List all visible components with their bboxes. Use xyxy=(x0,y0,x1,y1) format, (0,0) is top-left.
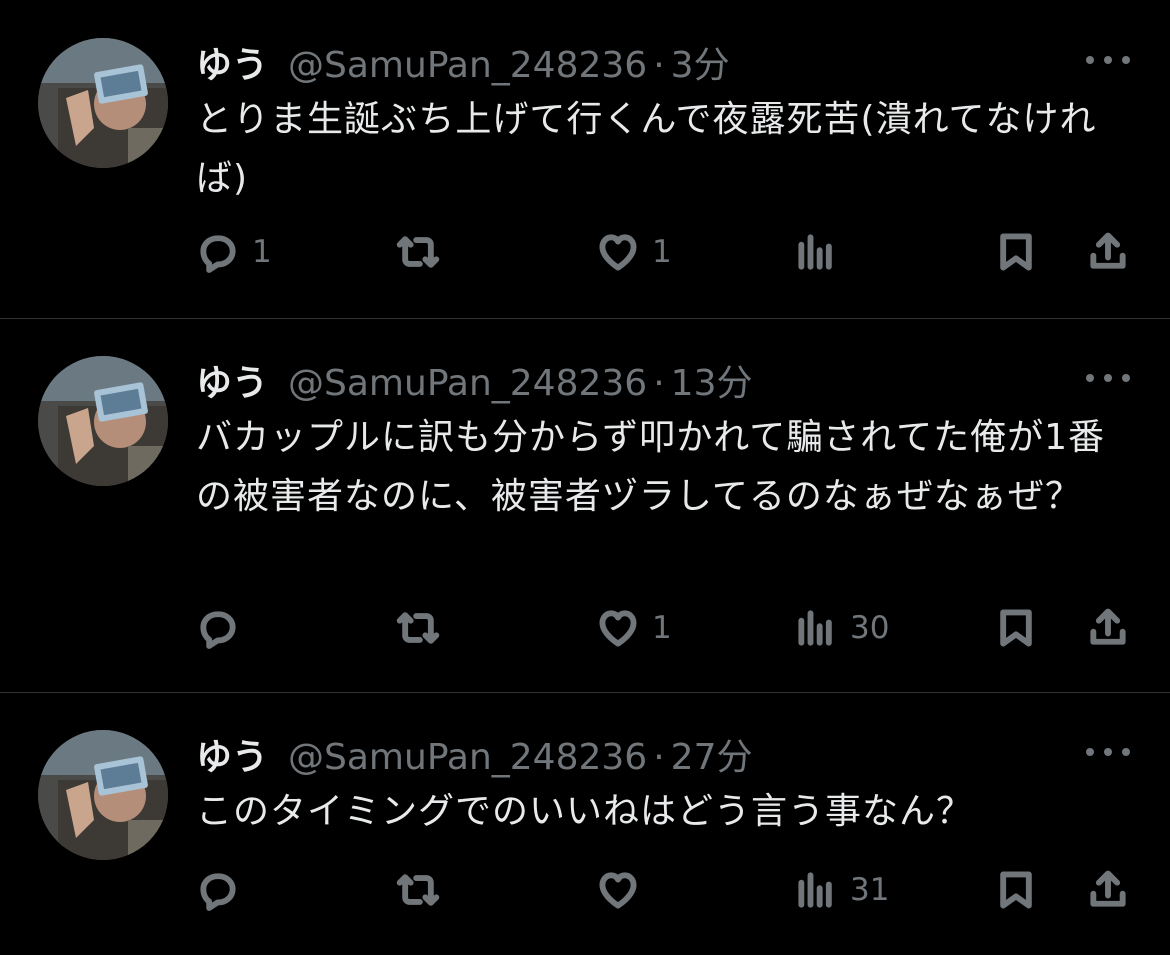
avatar-photo xyxy=(38,356,168,486)
separator-dot: · xyxy=(653,737,665,778)
like-button[interactable]: 1 xyxy=(596,600,672,656)
share-button[interactable] xyxy=(1086,862,1130,918)
views-icon xyxy=(798,872,832,908)
separator-dot: · xyxy=(653,45,665,86)
retweet-icon xyxy=(396,874,440,906)
avatar-photo xyxy=(38,38,168,168)
views-count: 31 xyxy=(850,872,890,908)
bookmark-icon xyxy=(1000,233,1032,271)
bookmark-button[interactable] xyxy=(994,224,1038,280)
display-name[interactable]: ゆう xyxy=(196,728,268,780)
views-count: 30 xyxy=(850,610,890,646)
reply-icon xyxy=(200,873,236,911)
views-button[interactable]: 31 xyxy=(794,862,889,918)
user-handle[interactable]: @SamuPan_248236 xyxy=(288,45,647,86)
retweet-button[interactable] xyxy=(396,224,440,280)
tweet-actions: 1 1 xyxy=(0,224,1170,280)
tweet-1[interactable]: ゆう @SamuPan_248236 · 3分 とりま生誕ぶち上げて行くんで夜露… xyxy=(0,36,1170,318)
tweet-2[interactable]: ゆう @SamuPan_248236 · 13分 バカップルに訳も分からず叩かれ… xyxy=(0,354,1170,692)
tweet-text: このタイミングでのいいねはどう言う事なん？ xyxy=(196,791,974,832)
tweet-header: ゆう @SamuPan_248236 · 27分 xyxy=(196,728,752,778)
avatar[interactable] xyxy=(38,38,168,168)
more-icon[interactable] xyxy=(1086,366,1130,390)
reply-button[interactable] xyxy=(196,600,252,656)
reply-count: 1 xyxy=(252,234,272,270)
divider xyxy=(0,692,1170,693)
avatar[interactable] xyxy=(38,730,168,860)
timestamp[interactable]: 27分 xyxy=(671,728,753,780)
heart-icon xyxy=(599,872,637,909)
user-handle[interactable]: @SamuPan_248236 xyxy=(288,737,647,778)
tweet-text: バカップルに訳も分からず叩かれて騙されてた俺が1番の被害者なのに、被害者ヅラして… xyxy=(196,417,1106,517)
like-count: 1 xyxy=(652,610,672,646)
bookmark-icon xyxy=(1000,871,1032,909)
share-button[interactable] xyxy=(1086,224,1130,280)
retweet-icon xyxy=(396,612,440,644)
more-icon[interactable] xyxy=(1086,48,1130,72)
tweet-header: ゆう @SamuPan_248236 · 13分 xyxy=(196,354,752,404)
display-name[interactable]: ゆう xyxy=(196,354,268,406)
avatar-photo xyxy=(38,730,168,860)
share-icon xyxy=(1090,870,1126,907)
reply-button[interactable] xyxy=(196,862,252,918)
more-icon[interactable] xyxy=(1086,740,1130,764)
timestamp[interactable]: 13分 xyxy=(671,354,753,406)
heart-icon xyxy=(599,610,637,647)
reply-button[interactable]: 1 xyxy=(196,224,272,280)
retweet-button[interactable] xyxy=(396,862,440,918)
tweet-actions: 31 xyxy=(0,862,1170,918)
avatar[interactable] xyxy=(38,356,168,486)
retweet-icon xyxy=(396,236,440,268)
share-button[interactable] xyxy=(1086,600,1130,656)
share-icon xyxy=(1090,232,1126,269)
display-name[interactable]: ゆう xyxy=(196,36,268,88)
views-icon xyxy=(798,234,832,270)
like-button[interactable] xyxy=(596,862,652,918)
reply-icon xyxy=(200,611,236,649)
tweet-actions: 1 30 xyxy=(0,600,1170,656)
share-icon xyxy=(1090,608,1126,645)
views-button[interactable]: 30 xyxy=(794,600,889,656)
bookmark-button[interactable] xyxy=(994,862,1038,918)
bookmark-button[interactable] xyxy=(994,600,1038,656)
divider xyxy=(0,318,1170,319)
reply-icon xyxy=(200,235,236,273)
heart-icon xyxy=(599,234,637,271)
tweet-text: とりま生誕ぶち上げて行くんで夜露死苦(潰れてなければ) xyxy=(196,99,1097,199)
views-button[interactable] xyxy=(794,224,850,280)
tweet-header: ゆう @SamuPan_248236 · 3分 xyxy=(196,36,730,86)
like-count: 1 xyxy=(652,234,672,270)
separator-dot: · xyxy=(653,363,665,404)
user-handle[interactable]: @SamuPan_248236 xyxy=(288,363,647,404)
retweet-button[interactable] xyxy=(396,600,440,656)
views-icon xyxy=(798,610,832,646)
timestamp[interactable]: 3分 xyxy=(671,36,730,88)
bookmark-icon xyxy=(1000,609,1032,647)
tweet-3[interactable]: ゆう @SamuPan_248236 · 27分 このタイミングでのいいねはどう… xyxy=(0,728,1170,955)
like-button[interactable]: 1 xyxy=(596,224,672,280)
